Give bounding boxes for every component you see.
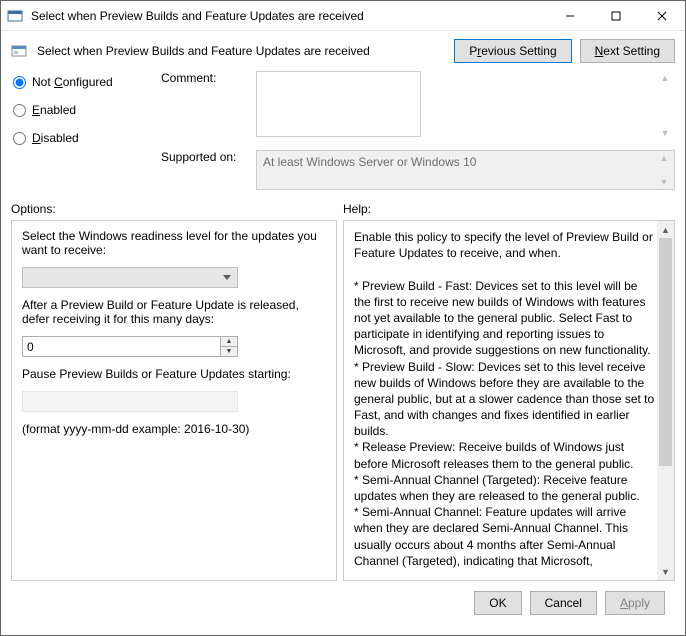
- pause-date-input[interactable]: [22, 391, 238, 412]
- defer-days-spinner[interactable]: 0 ▲ ▼: [22, 336, 238, 357]
- options-panel: Select the Windows readiness level for t…: [11, 220, 337, 581]
- titlebar: Select when Preview Builds and Feature U…: [1, 1, 685, 31]
- scroll-down-button[interactable]: ▼: [657, 563, 674, 580]
- options-heading: Options:: [11, 202, 343, 216]
- close-button[interactable]: [639, 1, 685, 30]
- content-area: Select when Preview Builds and Feature U…: [1, 31, 685, 635]
- spinner-up-button[interactable]: ▲: [221, 337, 237, 347]
- comment-scroll: ▲▼: [657, 73, 673, 138]
- comment-field[interactable]: [256, 71, 421, 137]
- radio-not-configured[interactable]: Not Configured: [13, 75, 161, 89]
- supported-scroll: ▲▼: [656, 153, 672, 187]
- previous-setting-button[interactable]: Previous Setting: [454, 39, 571, 63]
- supported-on-box: At least Windows Server or Windows 10 ▲▼: [256, 150, 675, 190]
- radio-not-configured-input[interactable]: [13, 76, 26, 89]
- cancel-button[interactable]: Cancel: [530, 591, 597, 615]
- options-text-readiness: Select the Windows readiness level for t…: [22, 229, 326, 257]
- apply-button[interactable]: Apply: [605, 591, 665, 615]
- options-text-defer: After a Preview Build or Feature Update …: [22, 298, 326, 326]
- supported-on-text: At least Windows Server or Windows 10: [263, 155, 476, 169]
- comment-label: Comment:: [161, 71, 246, 140]
- help-scrollbar[interactable]: ▲ ▼: [657, 221, 674, 580]
- readiness-level-combo[interactable]: [22, 267, 238, 288]
- radio-disabled[interactable]: Disabled: [13, 131, 161, 145]
- app-icon: [7, 8, 23, 24]
- state-radios: Not Configured Enabled Disabled: [11, 71, 161, 190]
- scroll-thumb[interactable]: [659, 238, 672, 466]
- next-setting-button[interactable]: Next Setting: [580, 39, 675, 63]
- policy-title: Select when Preview Builds and Feature U…: [37, 44, 444, 58]
- help-text: Enable this policy to specify the level …: [354, 229, 655, 572]
- header-row: Select when Preview Builds and Feature U…: [11, 39, 675, 63]
- radio-disabled-input[interactable]: [13, 132, 26, 145]
- radio-enabled-input[interactable]: [13, 104, 26, 117]
- scroll-track[interactable]: [657, 238, 674, 563]
- spinner-down-button[interactable]: ▼: [221, 347, 237, 356]
- options-text-pause: Pause Preview Builds or Feature Updates …: [22, 367, 326, 381]
- defer-days-value[interactable]: 0: [23, 340, 220, 354]
- maximize-button[interactable]: [593, 1, 639, 30]
- scroll-up-button[interactable]: ▲: [657, 221, 674, 238]
- footer-buttons: OK Cancel Apply: [11, 581, 675, 625]
- help-heading: Help:: [343, 202, 371, 216]
- help-panel: Enable this policy to specify the level …: [343, 220, 675, 581]
- ok-button[interactable]: OK: [474, 591, 521, 615]
- window-title: Select when Preview Builds and Feature U…: [29, 9, 547, 23]
- window-buttons: [547, 1, 685, 30]
- supported-label: Supported on:: [161, 150, 246, 190]
- radio-enabled[interactable]: Enabled: [13, 103, 161, 117]
- policy-icon: [11, 43, 27, 59]
- gpo-dialog: Select when Preview Builds and Feature U…: [0, 0, 686, 636]
- minimize-button[interactable]: [547, 1, 593, 30]
- options-text-format: (format yyyy-mm-dd example: 2016-10-30): [22, 422, 326, 436]
